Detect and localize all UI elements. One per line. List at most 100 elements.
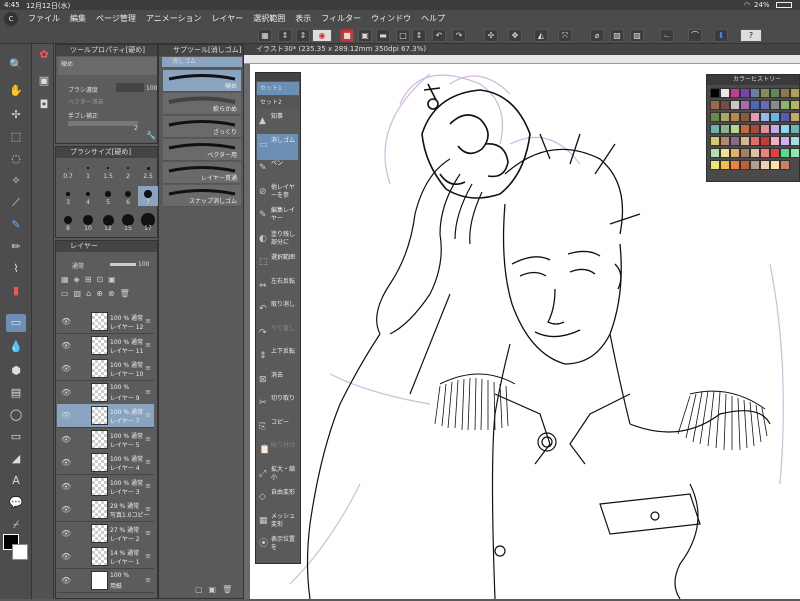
- quick-access-item[interactable]: ◐ 塗り残し部分に: [257, 228, 298, 254]
- fill-bucket-icon[interactable]: ⬢: [6, 362, 26, 380]
- quick-access-item[interactable]: ↷ やり直し: [257, 322, 298, 348]
- layer-property-icon[interactable]: ▣: [34, 72, 54, 90]
- brush-size-option[interactable]: 5: [98, 186, 118, 206]
- color-swatch[interactable]: [790, 148, 800, 158]
- color-swatch[interactable]: [720, 100, 730, 110]
- color-swatch[interactable]: [760, 148, 770, 158]
- color-swatch[interactable]: [710, 100, 720, 110]
- color-swatch[interactable]: [720, 136, 730, 146]
- scroll-updown-icon[interactable]: ⇕: [278, 29, 292, 42]
- quick-access-item[interactable]: ▦ メッシュ変形: [257, 510, 298, 536]
- layer-menu-icon[interactable]: ≡: [145, 552, 151, 560]
- quick-access-item[interactable]: ⤢ 拡大・縮小: [257, 463, 298, 489]
- menu-page[interactable]: ページ管理: [96, 13, 136, 24]
- correct-line-icon[interactable]: ⌿: [6, 516, 26, 534]
- brush-size-option[interactable]: 10: [78, 212, 98, 232]
- color-swatch[interactable]: [710, 160, 720, 170]
- layer-copy-icon[interactable]: ▨: [630, 29, 644, 42]
- layer-row[interactable]: 👁 100 % 通常 レイヤー 7 ≡: [57, 404, 154, 428]
- menu-layer[interactable]: レイヤー: [212, 13, 244, 24]
- menu-view[interactable]: 表示: [295, 13, 311, 24]
- layer-action-icons[interactable]: ▭▧⌂⊕⊗🗑: [61, 289, 155, 299]
- quick-access-item[interactable]: ◇ 自由変形: [257, 486, 298, 512]
- color-swatch[interactable]: [750, 88, 760, 98]
- quick-access-item[interactable]: ⎘ コピー: [257, 416, 298, 442]
- layer-row[interactable]: 👁 29 % 通常 写真1.0コピー ≡: [57, 498, 154, 522]
- save-file-icon[interactable]: □: [396, 29, 410, 42]
- visibility-eye-icon[interactable]: 👁: [61, 552, 71, 561]
- brush-icon[interactable]: ⌇: [6, 260, 26, 278]
- color-swatch[interactable]: [790, 136, 800, 146]
- redo-icon[interactable]: ↷: [452, 29, 466, 42]
- subtool-vector[interactable]: ベクター用: [163, 139, 241, 161]
- set1-tab[interactable]: セット1: [257, 82, 299, 95]
- layer-menu-icon[interactable]: ≡: [145, 341, 151, 349]
- quick-access-item[interactable]: ✎ 編集レイヤー: [257, 204, 298, 230]
- sub-color-swatch[interactable]: [12, 544, 28, 560]
- brush-size-option[interactable]: 2.5: [138, 160, 158, 180]
- color-swatch[interactable]: [750, 160, 760, 170]
- visibility-eye-icon[interactable]: 👁: [61, 576, 71, 585]
- layer-menu-icon[interactable]: ≡: [145, 482, 151, 490]
- snap-icon[interactable]: ⌒: [688, 29, 702, 42]
- quick-access-item[interactable]: ▭ 消しゴム: [257, 133, 298, 160]
- layer-row[interactable]: 👁 100 % レイヤー 9 ≡: [57, 380, 154, 405]
- brush-size-option[interactable]: 2: [118, 160, 138, 180]
- frame-icon[interactable]: ▭: [6, 428, 26, 446]
- brush-size-option[interactable]: 8: [58, 212, 78, 232]
- color-swatch[interactable]: [720, 124, 730, 134]
- layer-opacity-value[interactable]: 100: [138, 261, 149, 268]
- color-swatch[interactable]: [740, 136, 750, 146]
- menu-help[interactable]: ヘルプ: [421, 13, 445, 24]
- layer-icon[interactable]: ▧: [610, 29, 624, 42]
- color-swatch[interactable]: [750, 112, 760, 122]
- color-swatch[interactable]: [730, 100, 740, 110]
- color-swatch[interactable]: [750, 148, 760, 158]
- quick-access-item[interactable]: ⇔ 左右反転: [257, 275, 298, 301]
- layer-menu-icon[interactable]: ≡: [145, 364, 151, 372]
- color-swatch[interactable]: [730, 136, 740, 146]
- layer-menu-icon[interactable]: ≡: [145, 458, 151, 466]
- brush-size-slider[interactable]: [116, 83, 144, 92]
- companion-icon[interactable]: ◉: [312, 29, 332, 42]
- cursor-icon[interactable]: ✣: [484, 29, 498, 42]
- brush-size-option[interactable]: 0.7: [58, 160, 78, 180]
- grid-icon[interactable]: ▦: [258, 29, 272, 42]
- layer-row[interactable]: 👁 100 % 通常 レイヤー 10 ≡: [57, 357, 154, 381]
- selection-icon[interactable]: ⬚: [6, 128, 26, 146]
- color-swatch[interactable]: [710, 88, 720, 98]
- color-swatch[interactable]: [730, 148, 740, 158]
- color-swatch[interactable]: [710, 136, 720, 146]
- eyedropper-icon[interactable]: ⟋: [6, 194, 26, 212]
- move-layer-icon[interactable]: ✢: [6, 106, 26, 124]
- color-swatch[interactable]: [780, 160, 790, 170]
- text-icon[interactable]: A: [6, 472, 26, 490]
- color-swatch[interactable]: [760, 112, 770, 122]
- quick-access-item[interactable]: 📋 貼り付け: [257, 439, 298, 465]
- palette-titlebar[interactable]: [256, 73, 300, 81]
- layer-menu-icon[interactable]: ≡: [145, 505, 151, 513]
- color-swatch[interactable]: [770, 124, 780, 134]
- quick-access-item[interactable]: ↶ 取り消し: [257, 298, 298, 324]
- ruler-tool-icon[interactable]: ◢: [6, 450, 26, 468]
- layer-row[interactable]: 👁 100 % 通常 レイヤー 12 ≡: [57, 310, 154, 334]
- color-swatch[interactable]: [740, 112, 750, 122]
- color-swatch[interactable]: [780, 88, 790, 98]
- quick-access-item[interactable]: ⬚ 選択範囲: [257, 251, 298, 277]
- color-swatch[interactable]: [790, 100, 800, 110]
- scroll-updown-icon[interactable]: ⇕: [296, 29, 310, 42]
- move-icon[interactable]: ✥: [508, 29, 522, 42]
- layer-menu-icon[interactable]: ≡: [145, 388, 151, 396]
- color-swatch[interactable]: [710, 148, 720, 158]
- color-swatch[interactable]: [730, 88, 740, 98]
- visibility-eye-icon[interactable]: 👁: [61, 435, 71, 444]
- visibility-eye-icon[interactable]: 👁: [61, 317, 71, 326]
- subtool-soft[interactable]: 軟らかめ: [163, 93, 241, 115]
- color-swatch[interactable]: [760, 136, 770, 146]
- new-icon[interactable]: ■: [340, 29, 354, 42]
- layer-row[interactable]: 👁 100 % 通常 レイヤー 11 ≡: [57, 333, 154, 358]
- color-swatch[interactable]: [740, 124, 750, 134]
- brush-size-option[interactable]: 1.5: [98, 160, 118, 180]
- blend-mode-select[interactable]: 通常: [72, 261, 84, 270]
- visibility-eye-icon[interactable]: 👁: [61, 482, 71, 491]
